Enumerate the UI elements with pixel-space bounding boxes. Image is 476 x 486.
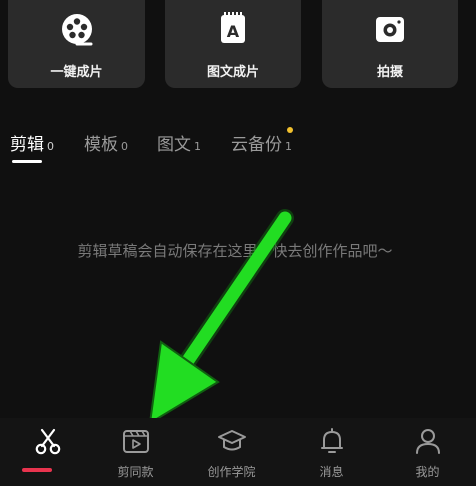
tab-cloud-backup[interactable]: 云备份 1 xyxy=(231,130,292,155)
film-reel-icon xyxy=(61,14,92,46)
graduation-cap-icon xyxy=(217,430,246,451)
nav-creator-academy-label: 创作学院 xyxy=(207,465,256,479)
nav-edit[interactable] xyxy=(0,418,95,486)
document-a-icon: A xyxy=(221,12,245,43)
shoot-button[interactable]: 拍摄 xyxy=(322,0,458,88)
notification-dot xyxy=(287,127,293,133)
nav-same-style-label: 剪同款 xyxy=(117,465,154,479)
tab-templates-label: 模板 xyxy=(84,135,118,155)
bottom-navigation: 剪同款 创作学院 消息 我的 xyxy=(0,418,476,486)
tab-edit-count: 0 xyxy=(47,140,54,153)
video-template-icon xyxy=(122,430,149,453)
bell-icon xyxy=(320,428,343,453)
nav-messages[interactable]: 消息 xyxy=(284,418,379,486)
nav-creator-academy[interactable]: 创作学院 xyxy=(184,418,279,486)
tab-templates-count: 0 xyxy=(121,140,128,153)
user-icon xyxy=(415,429,440,454)
nav-profile[interactable]: 我的 xyxy=(380,418,475,486)
nav-same-style[interactable]: 剪同款 xyxy=(88,418,183,486)
active-tab-indicator xyxy=(12,160,42,163)
tab-templates[interactable]: 模板 0 xyxy=(84,130,128,155)
empty-drafts-message: 剪辑草稿会自动保存在这里，快去创作作品吧～ xyxy=(77,242,393,260)
nav-profile-label: 我的 xyxy=(415,465,440,479)
camera-icon xyxy=(376,17,404,42)
one-click-video-button[interactable]: 一键成片 xyxy=(8,0,145,88)
image-text-video-label: 图文成片 xyxy=(206,65,259,80)
nav-messages-label: 消息 xyxy=(319,465,344,479)
tab-edit-label: 剪辑 xyxy=(10,135,44,155)
tab-edit[interactable]: 剪辑 0 xyxy=(10,130,54,155)
active-nav-indicator xyxy=(22,468,52,472)
tab-cloud-backup-count: 1 xyxy=(285,140,292,153)
shoot-label: 拍摄 xyxy=(376,65,403,80)
tab-image-text-label: 图文 xyxy=(157,135,191,155)
one-click-video-label: 一键成片 xyxy=(50,65,103,80)
tab-image-text-count: 1 xyxy=(194,140,201,153)
svg-text:A: A xyxy=(227,22,240,41)
tab-image-text[interactable]: 图文 1 xyxy=(157,130,201,155)
scissors-icon xyxy=(35,428,60,455)
image-text-video-button[interactable]: A 图文成片 xyxy=(165,0,301,88)
tab-cloud-backup-label: 云备份 xyxy=(231,135,282,155)
